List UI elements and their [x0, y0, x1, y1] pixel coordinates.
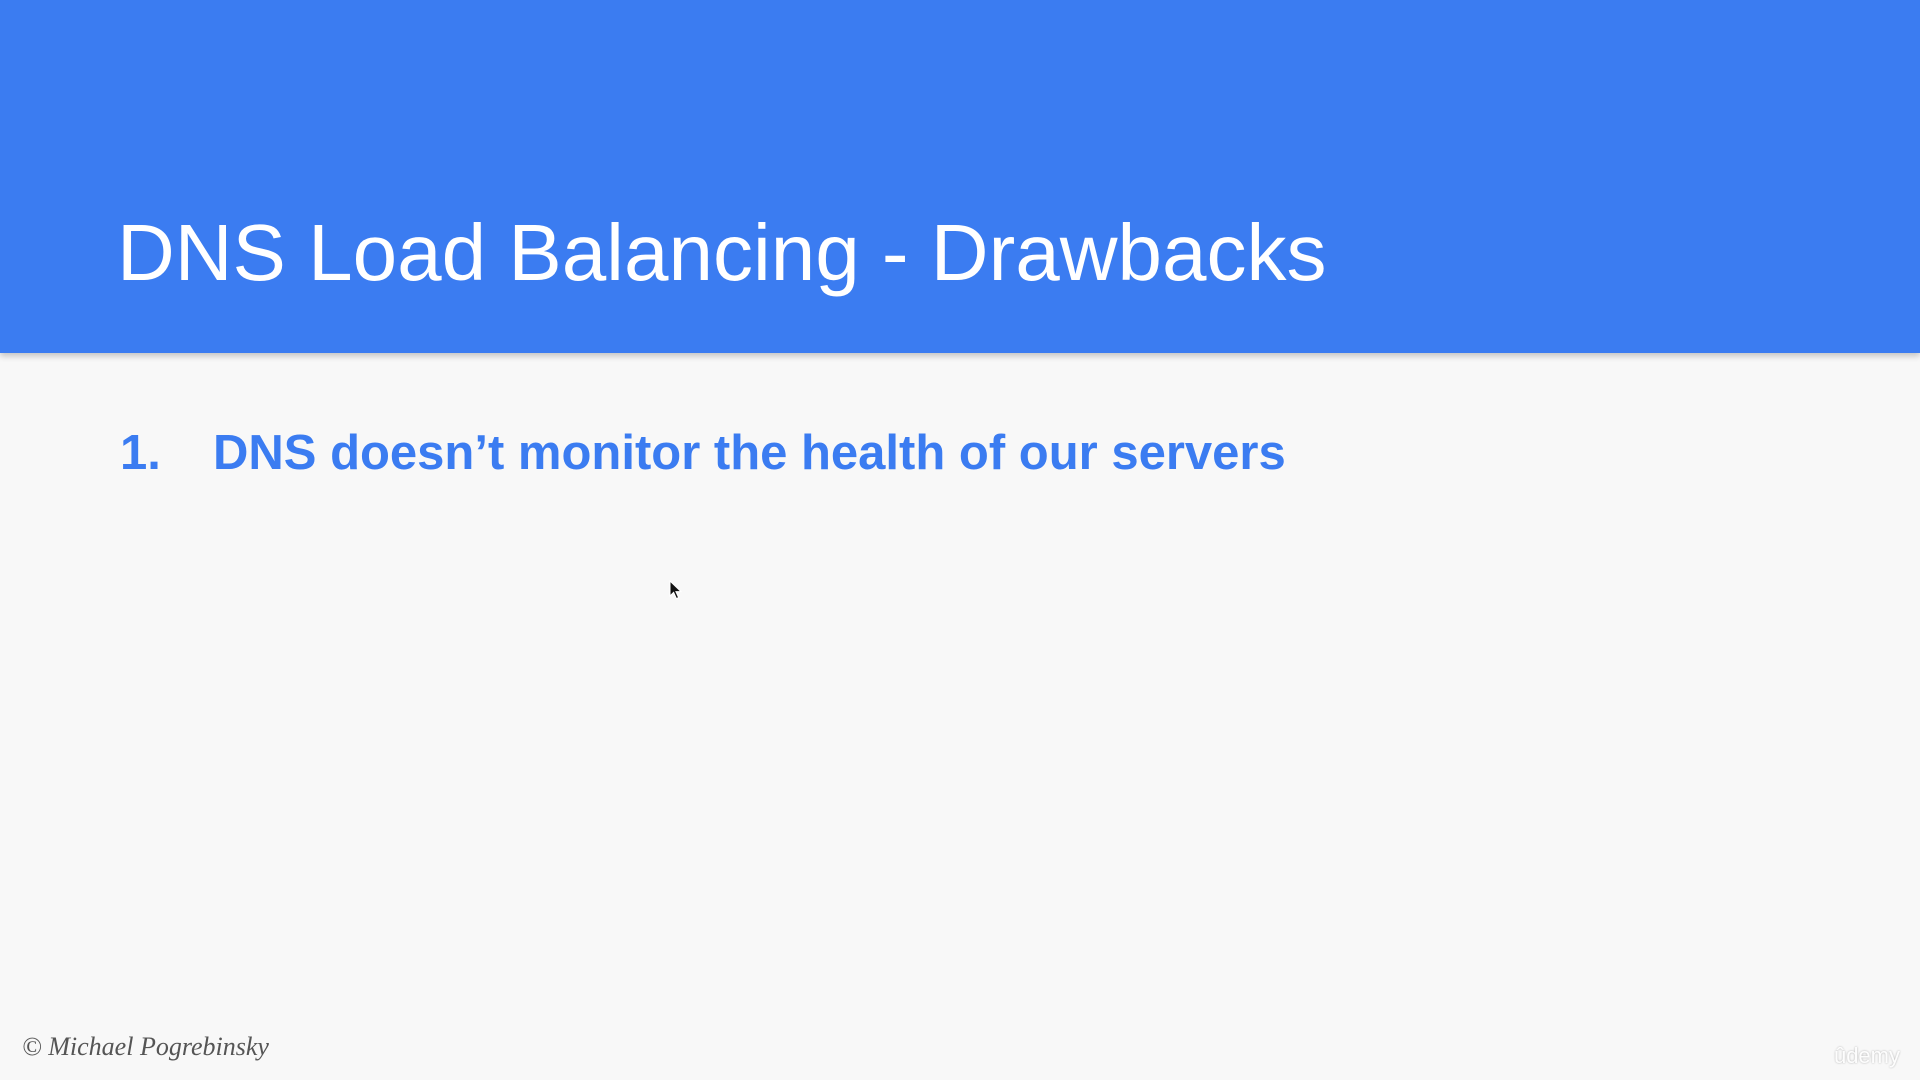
- bullet-list: 1. DNS doesn’t monitor the health of our…: [120, 420, 1286, 486]
- slide: DNS Load Balancing - Drawbacks 1. DNS do…: [0, 0, 1920, 1080]
- copyright-notice: © Michael Pogrebinsky: [22, 1032, 269, 1061]
- udemy-watermark: ûdemy: [1833, 1043, 1900, 1068]
- bullet-text: DNS doesn’t monitor the health of our se…: [213, 426, 1286, 480]
- bullet-number: 1.: [120, 426, 161, 480]
- bullet-item: 1. DNS doesn’t monitor the health of our…: [120, 420, 1286, 486]
- slide-title: DNS Load Balancing - Drawbacks: [117, 208, 1327, 297]
- mouse-pointer-icon: [669, 580, 683, 600]
